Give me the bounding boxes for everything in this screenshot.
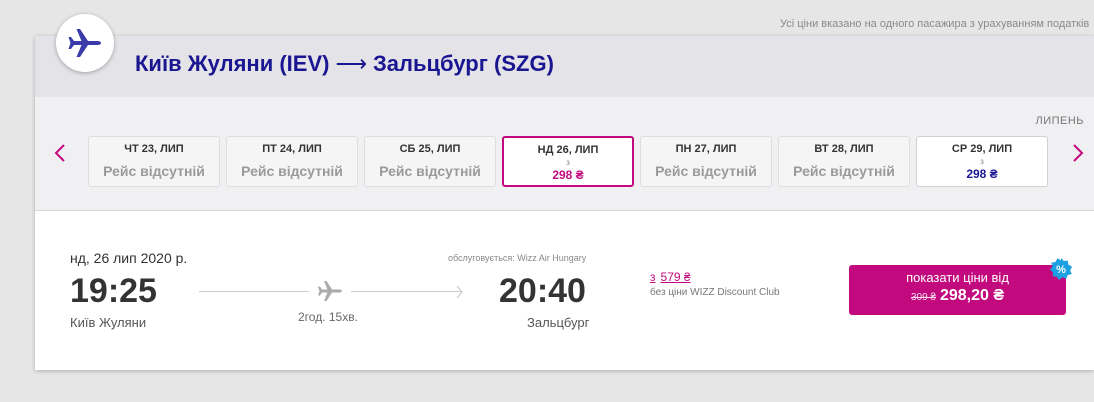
plane-icon [317,280,343,307]
route-arrow: ⟶ [335,51,368,76]
date-label: ЧТ 23, ЛИП [124,143,184,155]
destination-label: Зальцбург (SZG) [373,51,554,76]
route-line-right [351,291,461,292]
no-flight-label: Рейс відсутній [103,163,205,179]
next-dates-button[interactable] [1068,139,1088,167]
date-label: СБ 25, ЛИП [399,143,461,155]
flight-card: Київ Жуляни (IEV) ⟶ Зальцбург (SZG) ЛИПЕНЬ… [35,36,1094,370]
date-tile-sat-25[interactable]: СБ 25, ЛИП Рейс відсутній [364,136,496,187]
date-tile-tue-28[interactable]: ВТ 28, ЛИП Рейс відсутній [778,136,910,187]
arrival-time: 20:40 [499,272,586,310]
price-line: 309 ₴ 298,20 ₴ [849,287,1066,305]
chevron-small-icon [456,285,464,304]
airline-logo [56,14,114,72]
flight-duration: 2год. 15хв. [298,310,358,324]
operated-by: обслуговується: Wizz Air Hungary [448,253,587,263]
no-flight-label: Рейс відсутній [379,163,481,179]
month-label: ЛИПЕНЬ [1035,115,1084,127]
date-label: ВТ 28, ЛИП [814,143,874,155]
club-price-amount: 579 ₴ [660,270,691,284]
section-divider [35,210,1094,211]
price-prefix: з [980,157,984,166]
departure-city: Київ Жуляни [70,315,147,330]
no-flight-label: Рейс відсутній [241,163,343,179]
date-label: ПН 27, ЛИП [675,143,737,155]
prev-dates-button[interactable] [50,139,70,167]
date-selector: ЛИПЕНЬ ЧТ 23, ЛИП Рейс відсутній ПТ 24, … [35,97,1094,210]
show-prices-button[interactable]: показати ціни від 309 ₴ 298,20 ₴ [849,265,1066,315]
date-tile-wed-29[interactable]: СР 29, ЛИП з 298 ₴ [916,136,1048,187]
route-title: Київ Жуляни (IEV) ⟶ Зальцбург (SZG) [135,51,554,77]
price-notice: Усі ціни вказано на одного пасажира з ур… [780,18,1090,30]
price-prefix: з [566,158,570,167]
badge-text: % [1056,264,1066,276]
date-price: 298 ₴ [552,168,584,182]
plane-logo-icon [68,29,101,57]
date-tile-mon-27[interactable]: ПН 27, ЛИП Рейс відсутній [640,136,772,187]
old-price: 309 ₴ [910,292,936,303]
date-tile-fri-24[interactable]: ПТ 24, ЛИП Рейс відсутній [226,136,358,187]
no-flight-label: Рейс відсутній [655,163,757,179]
route-line-left [199,291,309,292]
new-price: 298,20 ₴ [939,287,1005,304]
origin-label: Київ Жуляни (IEV) [135,51,330,76]
club-price-note: без ціни WIZZ Discount Club [650,287,780,298]
arrival-city: Зальцбург [527,315,590,330]
date-tile-sun-26[interactable]: НД 26, ЛИП з 298 ₴ [502,136,634,187]
club-price-prefix: з [650,270,656,284]
chevron-right-icon [1073,144,1084,162]
date-label: НД 26, ЛИП [537,144,599,156]
date-label: СР 29, ЛИП [951,143,1013,155]
percent-badge-icon: % [1050,258,1072,280]
no-flight-label: Рейс відсутній [793,163,895,179]
route-header: Київ Жуляни (IEV) ⟶ Зальцбург (SZG) [35,36,1094,97]
date-tile-thu-23[interactable]: ЧТ 23, ЛИП Рейс відсутній [88,136,220,187]
flight-date: нд, 26 лип 2020 р. [70,250,188,266]
date-price: 298 ₴ [966,167,998,181]
departure-time: 19:25 [70,272,157,310]
date-label: ПТ 24, ЛИП [262,143,322,155]
show-prices-label: показати ціни від [906,270,1009,285]
club-price-link[interactable]: з 579 ₴ [650,270,691,284]
chevron-left-icon [54,144,65,162]
